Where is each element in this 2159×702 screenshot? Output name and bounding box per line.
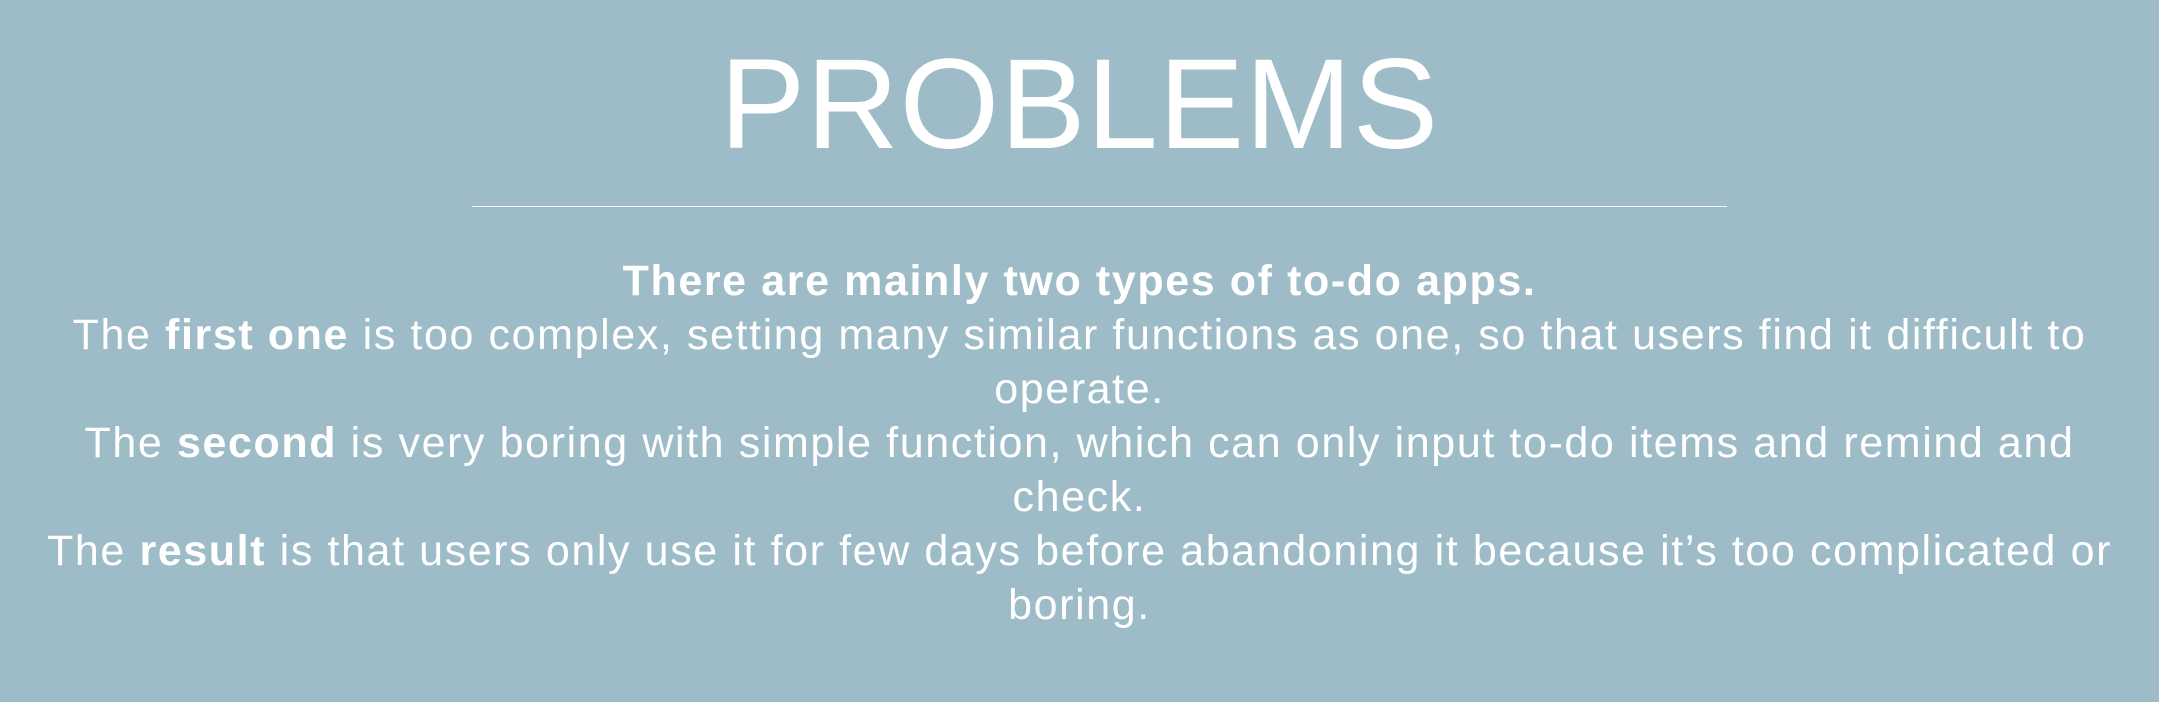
slide-title: PROBLEMS: [719, 33, 1440, 176]
title-divider: [472, 206, 1727, 207]
first-emphasis: first one: [165, 311, 350, 359]
result-paragraph: The result is that users only use it for…: [40, 524, 2119, 632]
intro-paragraph: There are mainly two types of to-do apps…: [40, 254, 2119, 308]
result-emphasis: result: [139, 527, 267, 575]
slide-body: There are mainly two types of to-do apps…: [40, 254, 2119, 632]
result-rest: is that users only use it for few days b…: [266, 527, 2113, 629]
second-emphasis: second: [176, 419, 338, 467]
first-prefix: The: [72, 311, 166, 359]
intro-text: There are mainly two types of to-do apps…: [622, 257, 1537, 305]
slide: PROBLEMS There are mainly two types of t…: [0, 0, 2159, 702]
result-prefix: The: [46, 527, 140, 575]
second-rest: is very boring with simple function, whi…: [337, 419, 2075, 521]
second-prefix: The: [84, 419, 177, 467]
first-type-paragraph: The first one is too complex, setting ma…: [40, 308, 2119, 416]
first-rest: is too complex, setting many similar fun…: [349, 311, 2087, 413]
second-type-paragraph: The second is very boring with simple fu…: [40, 416, 2119, 524]
